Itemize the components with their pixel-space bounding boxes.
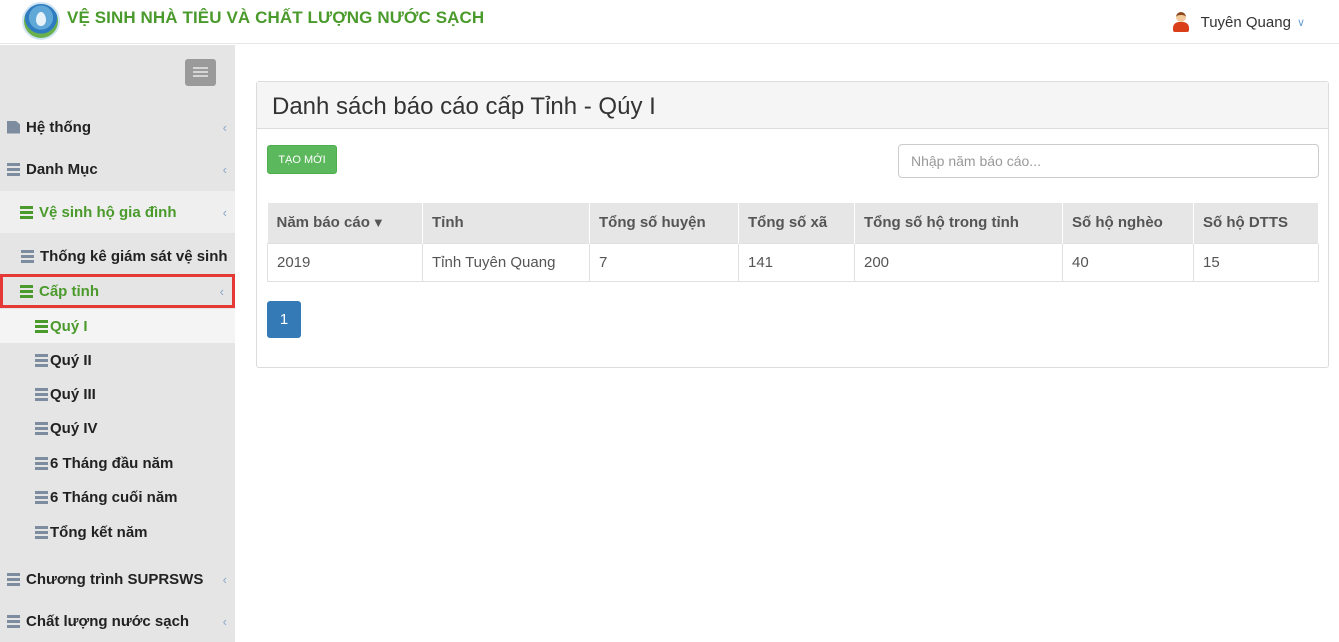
sidebar-item-label: Tổng kết năm <box>50 523 148 541</box>
list-icon <box>35 353 48 367</box>
report-panel: Danh sách báo cáo cấp Tỉnh - Qúy I TẠO M… <box>256 81 1329 368</box>
cell-huyen: 7 <box>589 242 739 282</box>
sidebar-item-label: Quý I <box>50 317 88 335</box>
sidebar-item-he-thong[interactable]: Hệ thống ‹ <box>0 107 235 147</box>
list-icon <box>35 387 48 401</box>
cell-ho-dtts: 15 <box>1193 242 1319 282</box>
sidebar-item-chat-luong-nuoc-sach[interactable]: Chất lượng nước sạch ‹ <box>0 601 235 641</box>
sidebar-item-quy-2[interactable]: Quý II <box>0 343 235 377</box>
list-icon <box>35 421 48 435</box>
sidebar-item-tong-ket-nam[interactable]: Tổng kết năm <box>0 515 235 549</box>
list-icon <box>20 205 33 219</box>
app-logo[interactable] <box>22 2 60 40</box>
sidebar-item-6-thang-cuoi-nam[interactable]: 6 Tháng cuối năm <box>0 480 235 514</box>
sidebar-item-quy-3[interactable]: Quý III <box>0 377 235 411</box>
user-menu[interactable]: Tuyên Quang ∨ <box>1171 12 1305 32</box>
user-avatar-icon <box>1171 12 1191 32</box>
sidebar-item-label: Thống kê giám sát vệ sinh <box>40 247 228 265</box>
sidebar-item-label: 6 Tháng cuối năm <box>50 488 178 506</box>
list-icon <box>21 249 34 263</box>
create-new-button[interactable]: TẠO MỚI <box>267 145 337 174</box>
column-header-tong-so-ho[interactable]: Tổng số hộ trong tỉnh <box>854 203 1063 243</box>
sidebar-item-label: Quý IV <box>50 419 98 437</box>
chevron-left-icon: ‹ <box>222 204 227 220</box>
column-header-nam-bao-cao[interactable]: Năm báo cáo ▼ <box>267 203 423 243</box>
app-title: VỆ SINH NHÀ TIÊU VÀ CHẤT LƯỢNG NƯỚC SẠCH <box>67 8 485 27</box>
chevron-left-icon: ‹ <box>219 283 224 299</box>
list-icon <box>35 490 48 504</box>
list-icon <box>7 614 20 628</box>
file-icon <box>7 120 20 134</box>
sidebar-item-6-thang-dau-nam[interactable]: 6 Tháng đầu năm <box>0 446 235 480</box>
sidebar-item-label: Danh Mục <box>26 160 98 178</box>
chevron-left-icon: ‹ <box>222 571 227 587</box>
panel-title: Danh sách báo cáo cấp Tỉnh - Qúy I <box>257 82 1328 129</box>
cell-tinh: Tỉnh Tuyên Quang <box>422 242 590 282</box>
sidebar-item-label: Vệ sinh hộ gia đình <box>39 203 177 221</box>
cell-tong-so-ho: 200 <box>854 242 1063 282</box>
sort-down-icon[interactable]: ▼ <box>372 215 385 230</box>
top-header: VỆ SINH NHÀ TIÊU VÀ CHẤT LƯỢNG NƯỚC SẠCH… <box>0 0 1339 44</box>
year-search-input[interactable] <box>898 144 1319 178</box>
sidebar: Hệ thống ‹ Danh Mục ‹ Vệ sinh hộ gia đìn… <box>0 45 235 642</box>
column-header-tong-so-xa[interactable]: Tổng số xã <box>738 203 855 243</box>
pagination-page-1[interactable]: 1 <box>267 301 301 338</box>
sidebar-item-label: Quý II <box>50 351 92 369</box>
chevron-left-icon: ‹ <box>222 161 227 177</box>
sidebar-item-label: Chất lượng nước sạch <box>26 612 190 630</box>
sidebar-item-quy-1[interactable]: Quý I <box>0 309 235 343</box>
report-table: Năm báo cáo ▼ Tỉnh Tổng số huyện Tổng số … <box>267 203 1319 282</box>
sidebar-item-label: Hệ thống <box>26 118 91 136</box>
list-icon <box>35 525 48 539</box>
sidebar-item-quy-4[interactable]: Quý IV <box>0 411 235 445</box>
table-header-row: Năm báo cáo ▼ Tỉnh Tổng số huyện Tổng số … <box>267 203 1319 243</box>
list-icon <box>7 162 20 176</box>
chevron-left-icon: ‹ <box>222 613 227 629</box>
column-header-so-ho-dtts[interactable]: Số hộ DTTS <box>1193 203 1319 243</box>
sidebar-item-danh-muc[interactable]: Danh Mục ‹ <box>0 149 235 189</box>
column-header-so-ho-ngheo[interactable]: Số hộ nghèo <box>1062 203 1194 243</box>
menu-toggle-button[interactable] <box>185 59 216 86</box>
table-row[interactable]: 2019 Tỉnh Tuyên Quang 7 141 200 40 15 <box>267 242 1319 282</box>
list-icon <box>20 284 33 298</box>
sidebar-item-thong-ke-giam-sat[interactable]: Thống kê giám sát vệ sinh <box>0 239 235 273</box>
sidebar-item-cap-tinh[interactable]: Cấp tỉnh ‹ <box>0 274 235 308</box>
chevron-down-icon: ∨ <box>1296 16 1305 29</box>
sidebar-item-suprsws[interactable]: Chương trình SUPRSWS ‹ <box>0 559 235 599</box>
chevron-left-icon: ‹ <box>222 119 227 135</box>
cell-nam: 2019 <box>267 242 423 282</box>
cell-ho-ngheo: 40 <box>1062 242 1194 282</box>
sidebar-item-label: Cấp tỉnh <box>39 282 99 300</box>
sidebar-item-label: Chương trình SUPRSWS <box>26 570 204 588</box>
sidebar-item-ve-sinh-ho-gia-dinh[interactable]: Vệ sinh hộ gia đình ‹ <box>0 191 235 233</box>
list-icon <box>7 572 20 586</box>
cell-xa: 141 <box>738 242 855 282</box>
list-icon <box>35 456 48 470</box>
sidebar-item-label: Quý III <box>50 385 96 403</box>
user-name: Tuyên Quang <box>1200 13 1291 31</box>
list-icon <box>35 319 48 333</box>
column-header-tinh[interactable]: Tỉnh <box>422 203 590 243</box>
sidebar-item-label: 6 Tháng đầu năm <box>50 454 174 472</box>
column-header-tong-so-huyen[interactable]: Tổng số huyện <box>589 203 739 243</box>
